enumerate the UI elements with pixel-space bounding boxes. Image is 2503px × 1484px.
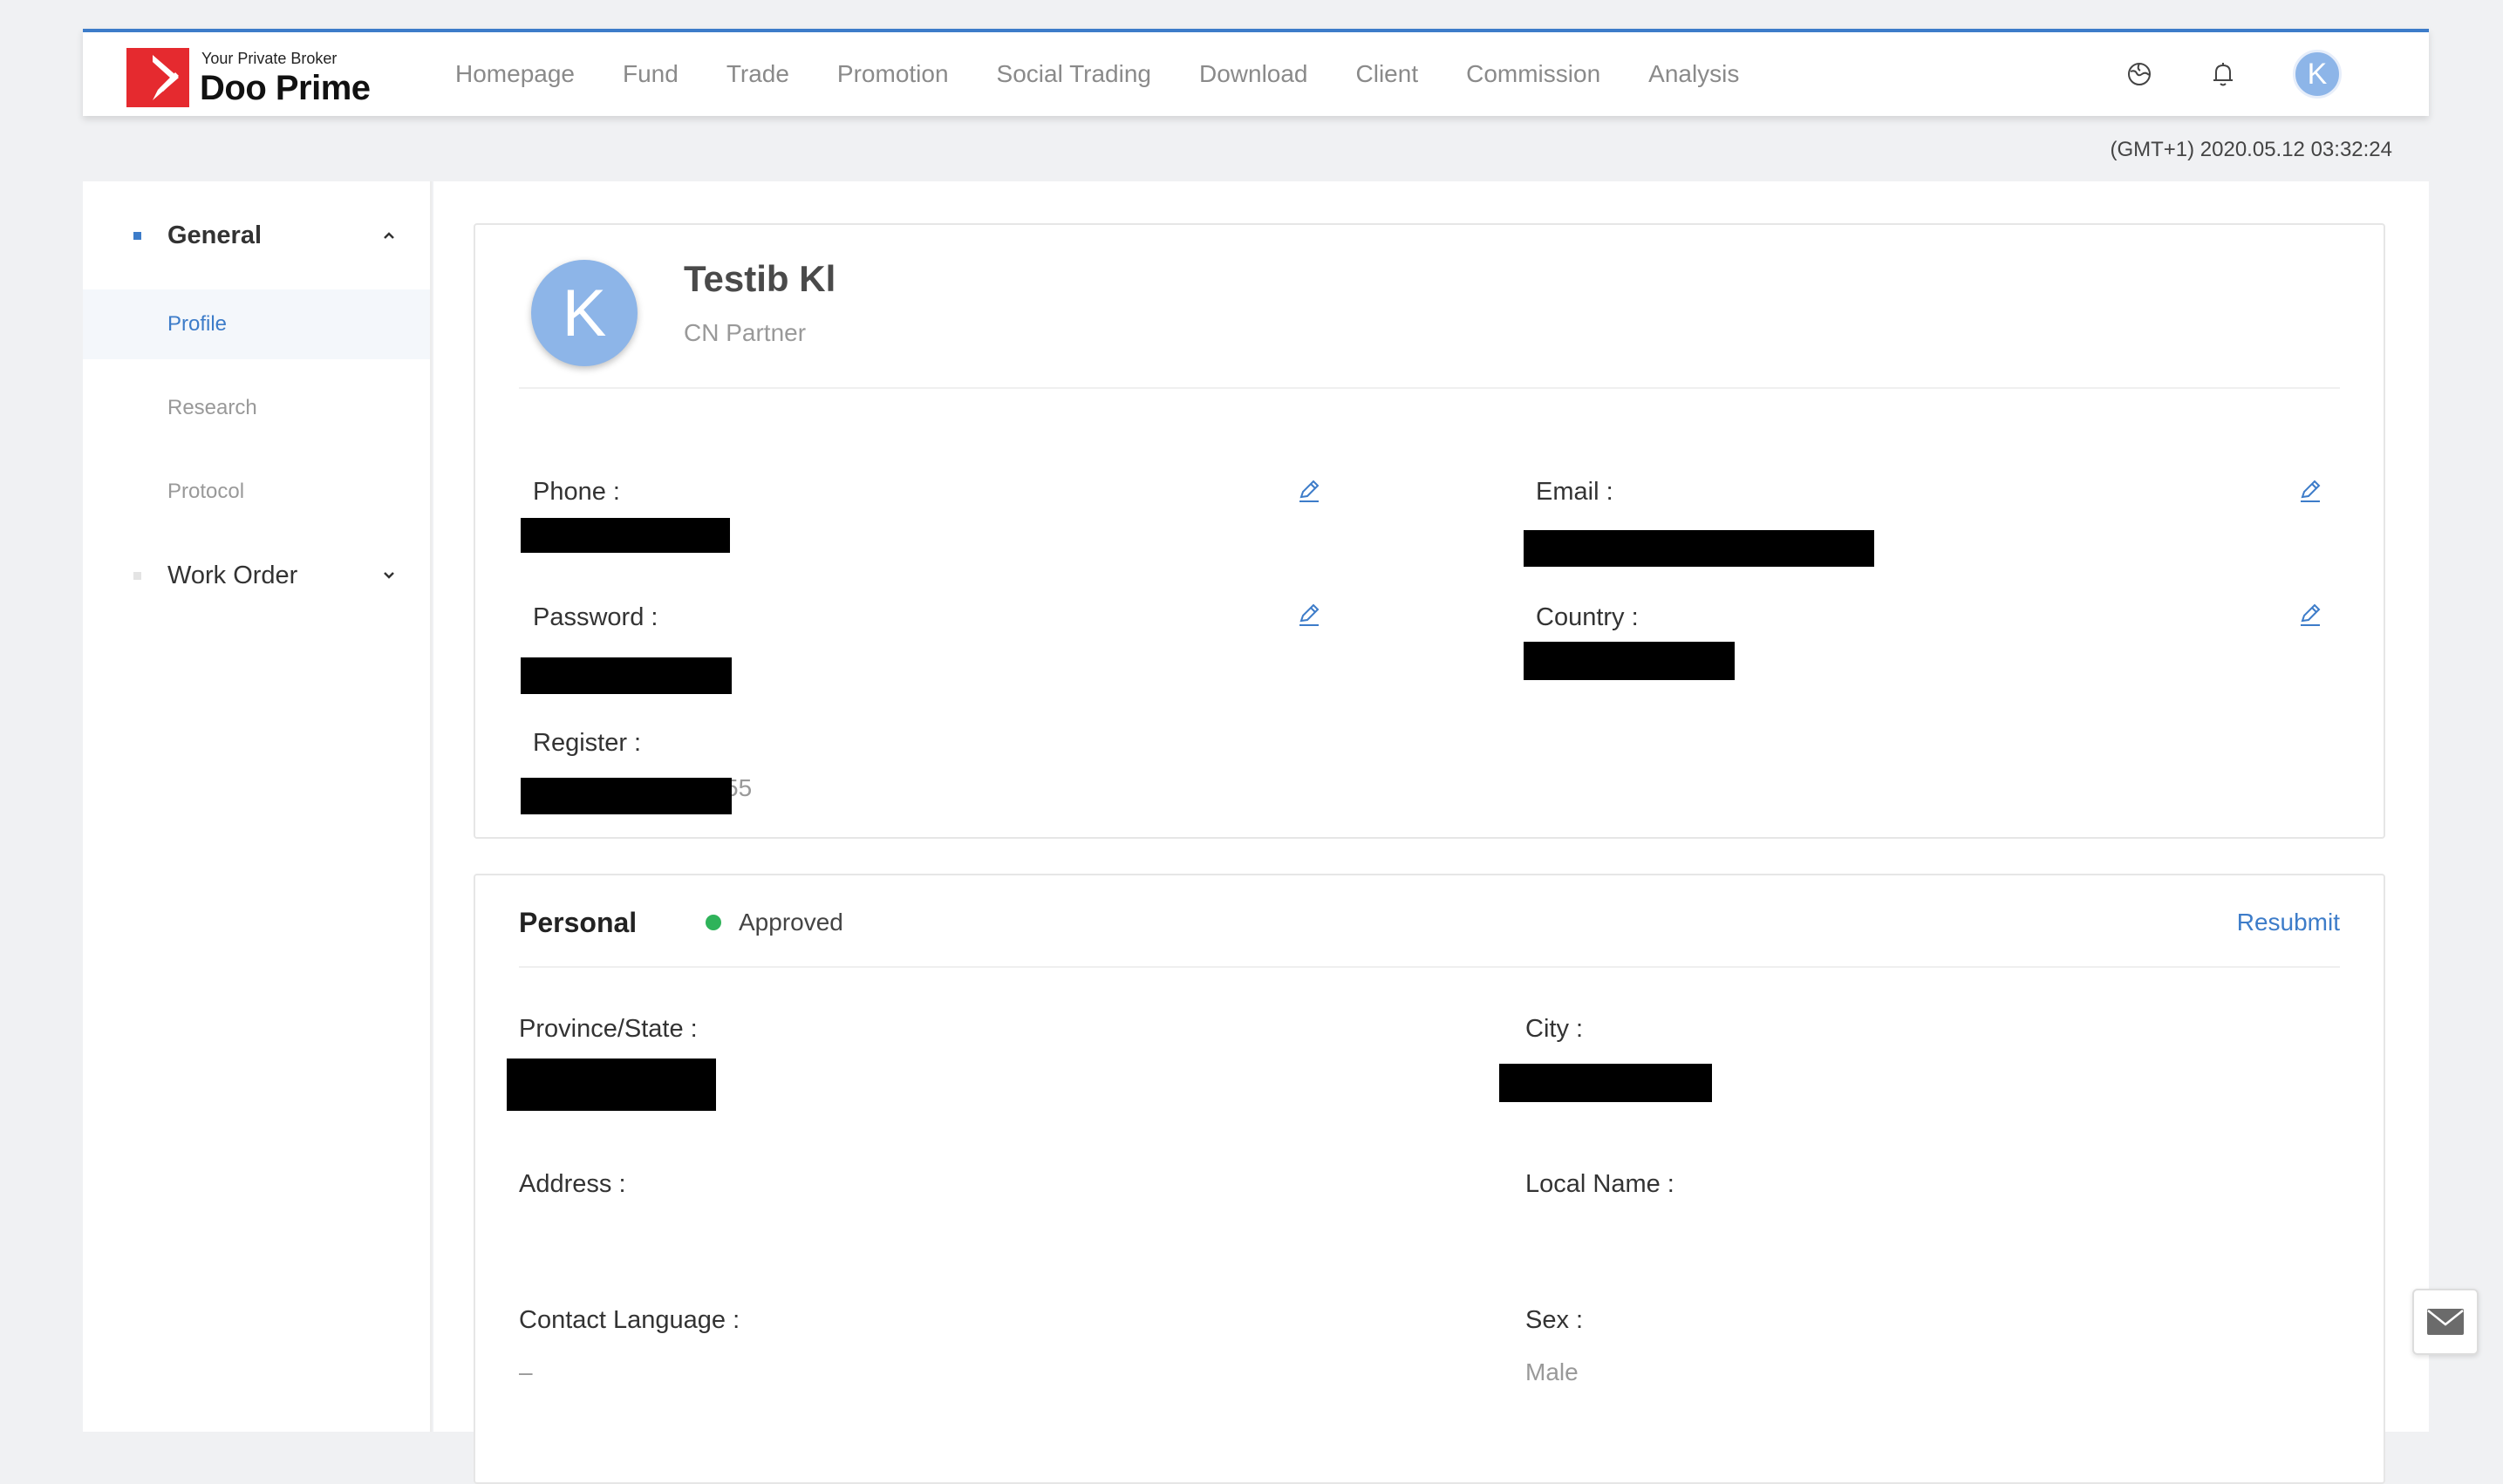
- status-text: Approved: [739, 909, 843, 936]
- nav-client[interactable]: Client: [1356, 60, 1419, 88]
- main-nav: Homepage Fund Trade Promotion Social Tra…: [455, 32, 1787, 116]
- sidebar: General Profile Research Protocol Work O…: [83, 181, 432, 1432]
- chevron-down-icon: [384, 572, 394, 579]
- profile-role: CN Partner: [684, 319, 807, 346]
- sidebar-group-work-order[interactable]: Work Order: [83, 541, 430, 610]
- contact-language-value: –: [519, 1358, 533, 1385]
- nav-trade[interactable]: Trade: [726, 60, 789, 88]
- brand-logo[interactable]: Your Private Broker Doo Prime: [126, 44, 414, 111]
- mail-icon: [2427, 1309, 2464, 1335]
- nav-fund[interactable]: Fund: [623, 60, 679, 88]
- doo-prime-logo-icon: [126, 48, 189, 107]
- nav-analysis[interactable]: Analysis: [1648, 60, 1739, 88]
- sidebar-item-profile[interactable]: Profile: [83, 289, 430, 359]
- resubmit-link[interactable]: Resubmit: [2237, 909, 2340, 936]
- sidebar-group-label: Work Order: [167, 561, 298, 589]
- sex-value: Male: [1525, 1358, 1579, 1385]
- nav-social-trading[interactable]: Social Trading: [997, 60, 1151, 88]
- register-value-redacted: [521, 778, 732, 814]
- edit-country-icon[interactable]: [2297, 602, 2323, 628]
- province-state-value-redacted: [507, 1059, 716, 1111]
- phone-label: Phone :: [533, 478, 620, 506]
- country-label: Country :: [1536, 603, 1639, 631]
- nav-promotion[interactable]: Promotion: [837, 60, 949, 88]
- bullet-icon: [133, 571, 141, 580]
- sex-label: Sex :: [1525, 1306, 1584, 1334]
- edit-email-icon[interactable]: [2297, 478, 2323, 504]
- language-globe-icon[interactable]: [2124, 58, 2155, 90]
- sidebar-item-research[interactable]: Research: [83, 373, 430, 443]
- profile-avatar: K: [531, 260, 638, 366]
- server-time: (GMT+1) 2020.05.12 03:32:24: [2110, 138, 2392, 161]
- main-content: K Testib Kl CN Partner Phone : Email : P…: [433, 181, 2429, 1484]
- password-value-redacted: [521, 657, 732, 694]
- personal-card: Personal Approved Resubmit Province/Stat…: [474, 874, 2385, 1484]
- chevron-up-icon: [384, 232, 394, 239]
- province-state-label: Province/State :: [519, 1015, 698, 1043]
- profile-card: K Testib Kl CN Partner Phone : Email : P…: [474, 223, 2385, 839]
- email-value-redacted: [1524, 530, 1874, 567]
- sidebar-group-label: General: [167, 221, 262, 249]
- approved-status-dot: [706, 915, 721, 930]
- local-name-label: Local Name :: [1525, 1170, 1674, 1198]
- top-navigation-bar: Your Private Broker Doo Prime Homepage F…: [83, 29, 2429, 116]
- brand-name: Doo Prime: [200, 69, 371, 107]
- contact-language-label: Contact Language :: [519, 1306, 740, 1334]
- profile-name: Testib Kl: [684, 258, 836, 299]
- country-value-redacted: [1524, 642, 1735, 680]
- nav-download[interactable]: Download: [1199, 60, 1308, 88]
- edit-phone-icon[interactable]: [1296, 478, 1322, 504]
- sidebar-group-general[interactable]: General: [83, 181, 430, 289]
- sidebar-item-protocol[interactable]: Protocol: [83, 457, 430, 527]
- status-badge: Approved: [706, 909, 843, 936]
- brand-tagline: Your Private Broker: [201, 50, 338, 67]
- user-avatar[interactable]: K: [2293, 50, 2342, 99]
- nav-homepage[interactable]: Homepage: [455, 60, 575, 88]
- address-label: Address :: [519, 1170, 626, 1198]
- phone-value-redacted: [521, 518, 730, 553]
- city-label: City :: [1525, 1015, 1584, 1043]
- divider: [519, 387, 2340, 389]
- notification-bell-icon[interactable]: [2207, 58, 2239, 90]
- bullet-icon: [133, 231, 141, 240]
- city-value-redacted: [1499, 1064, 1712, 1102]
- message-button[interactable]: [2412, 1289, 2479, 1355]
- register-label: Register :: [533, 729, 642, 757]
- header-actions: K: [2071, 32, 2342, 116]
- personal-section-title: Personal: [519, 907, 638, 938]
- edit-password-icon[interactable]: [1296, 602, 1322, 628]
- divider: [519, 966, 2340, 968]
- nav-commission[interactable]: Commission: [1466, 60, 1600, 88]
- email-label: Email :: [1536, 478, 1613, 506]
- password-label: Password :: [533, 603, 658, 631]
